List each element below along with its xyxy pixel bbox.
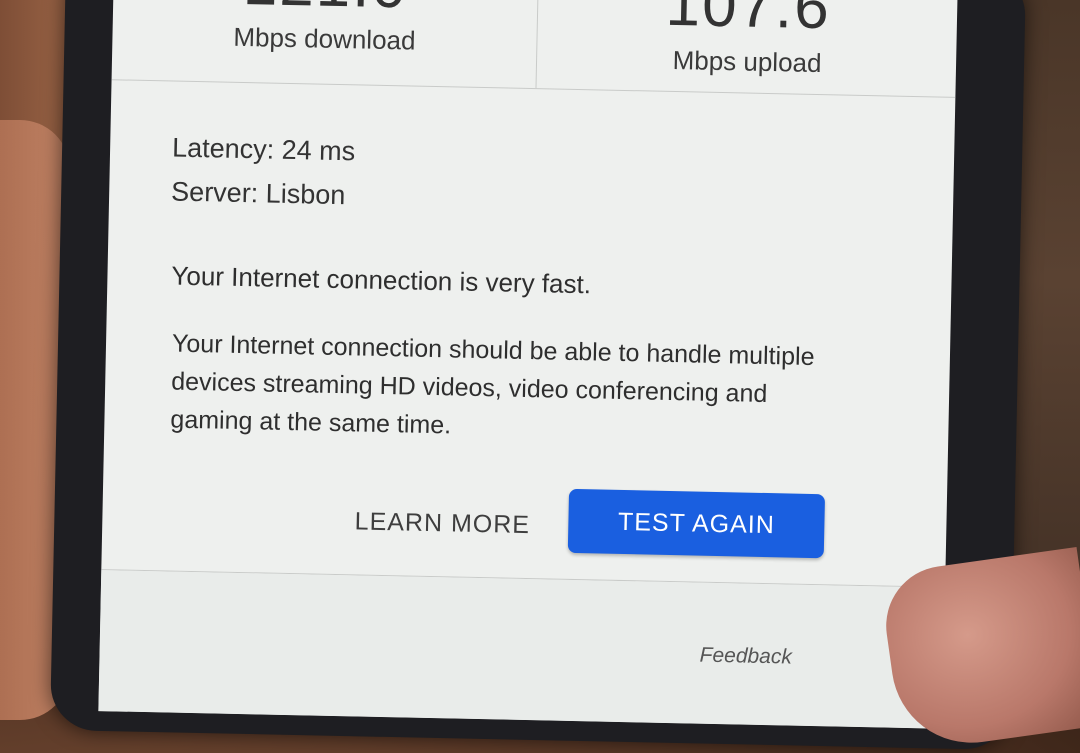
server-text: Server: Lisbon [170, 176, 346, 211]
upload-speed-label: Mbps upload [672, 44, 822, 79]
connection-verdict: Your Internet connection is very fast. [171, 260, 592, 300]
latency-text: Latency: 24 ms [171, 132, 356, 167]
download-result: 121.0 Mbps download [112, 0, 538, 88]
test-again-button[interactable]: TEST AGAIN [567, 488, 826, 559]
learn-more-button[interactable]: LEARN MORE [342, 496, 543, 550]
speed-test-screen: 121.0 Mbps download 107.6 Mbps upload La… [98, 0, 958, 729]
connection-description: Your Internet connection should be able … [170, 329, 815, 440]
download-speed-label: Mbps download [233, 21, 416, 56]
connection-details: Latency: 24 ms Server: Lisbon [171, 133, 913, 236]
upload-speed-value: 107.6 [664, 0, 832, 43]
upload-result: 107.6 Mbps upload [535, 0, 958, 97]
speed-results-row: 121.0 Mbps download 107.6 Mbps upload [111, 0, 958, 98]
feedback-link[interactable]: Feedback [699, 644, 792, 670]
footer-area [98, 570, 946, 729]
